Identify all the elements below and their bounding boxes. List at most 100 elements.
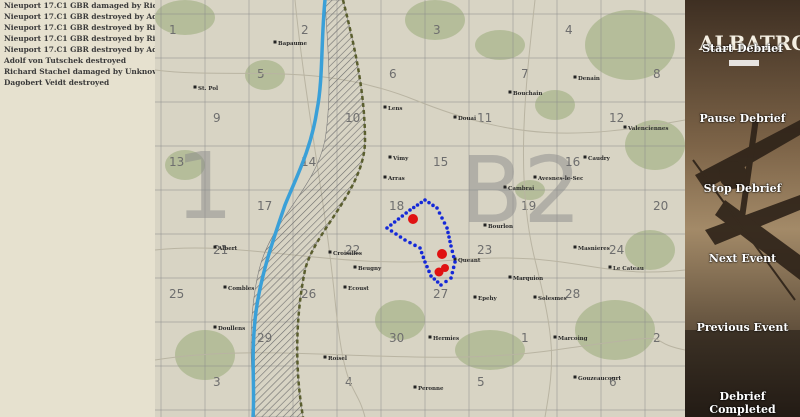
next-event-button[interactable]: Next Event: [685, 252, 800, 265]
town-label: Valenciennes: [627, 126, 668, 132]
town-label: Albert: [217, 246, 238, 252]
grid-number: 27: [433, 287, 448, 301]
flight-path-dot: [385, 226, 389, 230]
event-log-panel: Nieuport 17.C1 GBR damaged by Richard St…: [0, 0, 155, 417]
flight-path-dot: [427, 200, 431, 205]
town-label: Cambrai: [508, 186, 534, 192]
town-label: Marquion: [513, 276, 543, 282]
grid-number: 12: [609, 111, 624, 125]
forest-patch: [245, 60, 285, 90]
flight-path-dot: [403, 238, 407, 242]
previous-event-button[interactable]: Previous Event: [685, 321, 800, 334]
flight-path-dot: [450, 270, 455, 275]
grid-number: 30: [389, 331, 404, 345]
town-label: Beugny: [358, 266, 382, 272]
grid-number: 6: [389, 67, 397, 81]
flight-path-dot: [449, 276, 453, 280]
town-label: Vimy: [392, 156, 409, 162]
town-label: Bouchain: [513, 91, 542, 97]
town-label: Peronne: [418, 386, 444, 392]
debrief-completed-button[interactable]: Debrief Completed: [685, 390, 800, 416]
flight-path-dot: [432, 277, 437, 281]
grid-number: 5: [477, 375, 485, 389]
flight-path-dot: [451, 265, 456, 270]
grid-number: 18: [389, 199, 404, 213]
grid-number: 23: [477, 243, 492, 257]
grid-number: 26: [301, 287, 316, 301]
debrief-controls: ALBATROS Start Debrief Pause Debrief Sto…: [685, 0, 800, 417]
town-label: Avesnes-le-Sec: [537, 176, 584, 182]
flight-path-dot: [445, 226, 449, 230]
town-label: Marcoing: [558, 336, 588, 342]
flight-path-dot: [408, 208, 412, 212]
grid-number: 4: [565, 23, 573, 37]
forest-patch: [475, 30, 525, 60]
flight-path-dot: [435, 280, 440, 284]
grid-number: 13: [169, 155, 184, 169]
flight-path-dot: [398, 235, 403, 239]
flight-path-dot: [449, 244, 453, 248]
flight-path-dot: [451, 254, 456, 259]
debrief-map[interactable]: 1 B2 12345678910111213141516171819202122…: [155, 0, 685, 417]
grid-number: 15: [433, 155, 448, 169]
event-log-line: Richard Stachel damaged by Unknown: [4, 67, 155, 76]
town-label: Le Cateau: [613, 266, 644, 272]
flight-path-dot: [442, 221, 447, 225]
town-label: Denain: [578, 76, 600, 82]
stop-debrief-button[interactable]: Stop Debrief: [685, 182, 800, 195]
flight-path-dot: [400, 214, 405, 218]
event-marker[interactable]: [441, 264, 449, 272]
town-label: Arras: [387, 176, 405, 182]
grid-number: 24: [609, 243, 624, 257]
grid-number: 25: [169, 287, 184, 301]
town-label: Bourlon: [488, 224, 513, 230]
event-log-line: Dagobert Veidt destroyed: [4, 78, 110, 87]
event-marker[interactable]: [408, 214, 418, 224]
event-log-line: Nieuport 17.C1 GBR destroyed by Adolf vo…: [4, 45, 155, 54]
town-label: Caudry: [588, 156, 611, 162]
sector-label: 1: [175, 133, 234, 240]
forest-patch: [455, 330, 525, 370]
flight-path-dot: [415, 203, 420, 207]
start-debrief-button[interactable]: Start Debrief: [685, 42, 800, 55]
forest-patch: [585, 10, 675, 80]
grid-number: 9: [213, 111, 221, 125]
flight-path-dot: [404, 211, 408, 215]
forest-patch: [575, 300, 655, 360]
grid-number: 19: [521, 199, 536, 213]
town-label: Doullens: [218, 326, 245, 332]
flight-path-dot: [429, 274, 433, 278]
town-label: Roisel: [328, 356, 347, 362]
forest-patch: [625, 230, 675, 270]
flight-path-dot: [389, 223, 393, 227]
grid-number: 16: [565, 155, 580, 169]
grid-number: 1: [521, 331, 529, 345]
town-label: Queant: [458, 258, 481, 264]
pause-debrief-button[interactable]: Pause Debrief: [685, 112, 800, 125]
flight-path-dot: [447, 235, 451, 239]
grid-number: 4: [345, 375, 353, 389]
event-marker[interactable]: [437, 249, 447, 259]
event-log-line: Nieuport 17.C1 GBR destroyed by Richard …: [4, 34, 155, 43]
flight-path-dot: [408, 240, 412, 245]
flight-path-dot: [450, 249, 455, 254]
flight-path-dot: [421, 255, 426, 260]
map-canvas[interactable]: 1 B2 12345678910111213141516171819202122…: [155, 0, 685, 417]
grid-number: 8: [653, 67, 661, 81]
flight-path-dot: [425, 264, 429, 269]
flight-path-dot: [394, 232, 398, 236]
flight-path-dot: [427, 269, 431, 274]
flight-path-dot: [418, 246, 422, 250]
town-label: Bapaume: [278, 41, 307, 47]
poster-background: ALBATROS: [685, 0, 800, 417]
flight-path-dot: [435, 206, 439, 210]
flight-path-dot: [392, 220, 397, 224]
town-label: Gouzeaucourt: [578, 376, 621, 382]
grid-number: 20: [653, 199, 668, 213]
flight-path-dot: [411, 205, 416, 210]
flight-path-dot: [448, 239, 452, 244]
town-label: Ecoust: [348, 286, 369, 292]
town-label: Croisilles: [333, 251, 362, 257]
flight-path-dot: [423, 198, 427, 202]
flight-path-dot: [439, 283, 443, 287]
